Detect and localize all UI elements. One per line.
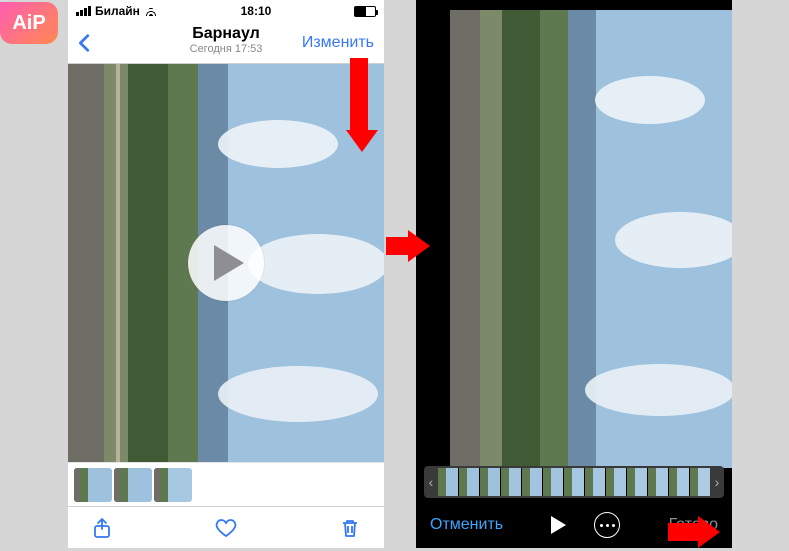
thumbnail-strip[interactable]	[68, 462, 384, 506]
annotation-arrow-down-icon	[346, 58, 372, 152]
share-button[interactable]	[90, 516, 114, 540]
aip-watermark-badge: AiP	[0, 2, 58, 44]
video-frame-image	[416, 10, 732, 468]
carrier-label: Билайн	[95, 4, 140, 18]
video-edit-preview[interactable]	[416, 10, 732, 468]
navbar: Барнаул Сегодня 17:53 Изменить	[68, 22, 384, 64]
annotation-arrow-right-icon	[386, 230, 430, 256]
delete-button[interactable]	[338, 516, 362, 540]
clock-label: 18:10	[241, 4, 272, 18]
wifi-icon	[144, 6, 158, 16]
phone-screen-video-editor: ‹ › Отменить	[416, 0, 732, 548]
play-icon	[214, 245, 244, 281]
edit-button[interactable]: Изменить	[302, 34, 374, 52]
back-button[interactable]	[74, 32, 96, 54]
status-bar: Билайн 18:10	[68, 0, 384, 22]
thumbnail[interactable]	[74, 468, 112, 502]
battery-icon	[354, 6, 376, 17]
video-preview[interactable]	[68, 64, 384, 462]
annotation-arrow-right-icon	[668, 516, 720, 542]
phone-screen-photos-viewer: Билайн 18:10 Барнаул Сегодня 17:53 Измен…	[68, 0, 384, 548]
thumbnail[interactable]	[154, 468, 192, 502]
trim-timeline[interactable]: ‹ ›	[416, 462, 732, 502]
favorite-button[interactable]	[214, 516, 238, 540]
timeline-frames[interactable]	[438, 466, 710, 498]
cancel-button[interactable]: Отменить	[430, 516, 503, 534]
trim-handle-right[interactable]: ›	[710, 466, 724, 498]
play-button[interactable]	[188, 225, 264, 301]
play-button[interactable]	[551, 516, 566, 534]
signal-bars-icon	[76, 6, 91, 16]
more-options-button[interactable]	[594, 512, 620, 538]
bottom-toolbar	[68, 506, 384, 548]
thumbnail[interactable]	[114, 468, 152, 502]
trim-handle-left[interactable]: ‹	[424, 466, 438, 498]
